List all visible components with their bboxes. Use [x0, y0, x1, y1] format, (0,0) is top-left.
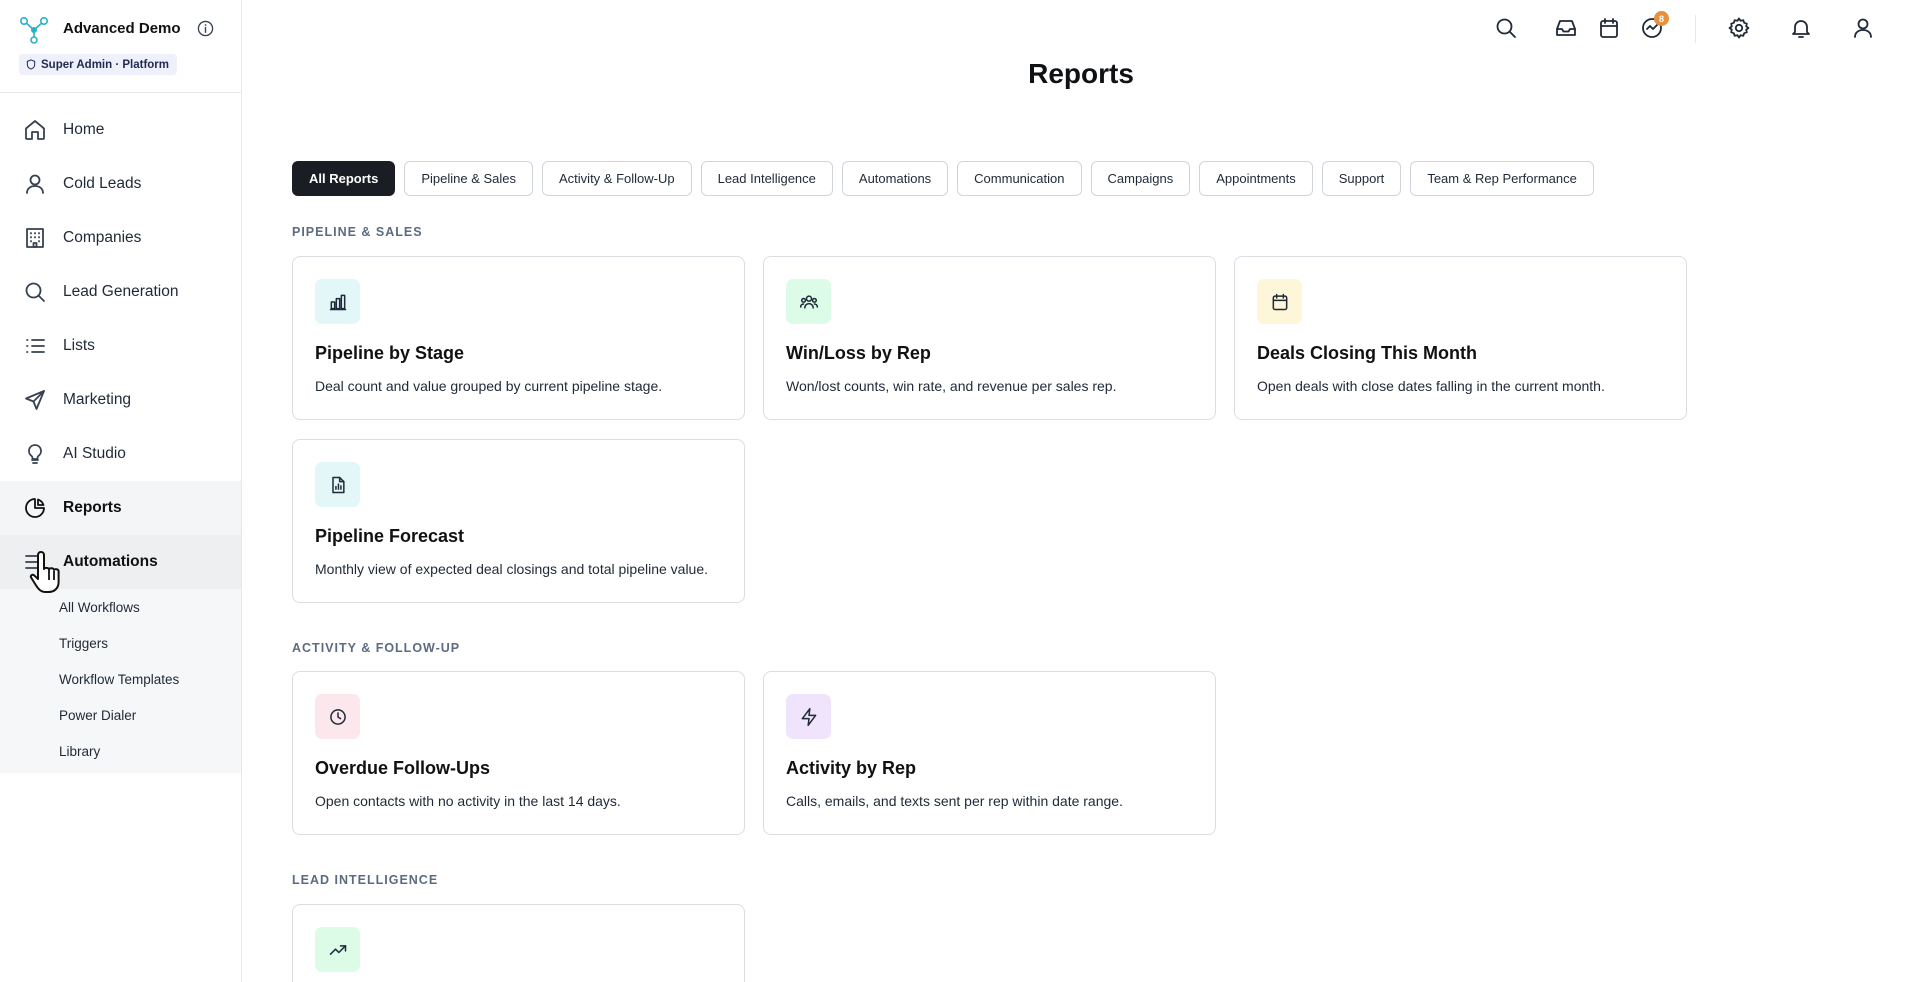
- subnav-workflow-templates[interactable]: Workflow Templates: [0, 661, 241, 697]
- pie-chart-icon: [22, 495, 48, 521]
- report-card-overdue-follow-ups[interactable]: Overdue Follow-Ups Open contacts with no…: [292, 671, 745, 835]
- calendar-icon[interactable]: [1595, 14, 1623, 42]
- clock-icon: [315, 694, 360, 739]
- topbar-divider: [1695, 15, 1696, 43]
- section-label-activity-follow-up: Activity & Follow-Up: [292, 641, 461, 655]
- report-card-title: Activity by Rep: [786, 758, 917, 778]
- report-card-description: Calls, emails, and texts sent per rep wi…: [786, 793, 1123, 809]
- automations-submenu: All Workflows Triggers Workflow Template…: [0, 589, 241, 773]
- user-icon: [22, 171, 48, 197]
- tab-campaigns[interactable]: Campaigns: [1090, 161, 1191, 196]
- tab-team-rep-performance[interactable]: Team & Rep Performance: [1410, 161, 1594, 196]
- sidebar: Advanced Demo Super Admin · Platform Hom…: [0, 0, 242, 982]
- sidebar-item-label: Lists: [63, 337, 95, 354]
- subnav-all-workflows[interactable]: All Workflows: [0, 589, 241, 625]
- info-icon[interactable]: [197, 20, 214, 37]
- report-card-deals-closing-this-month[interactable]: Deals Closing This Month Open deals with…: [1234, 256, 1687, 420]
- section-label-pipeline-sales: Pipeline & Sales: [292, 225, 423, 239]
- subnav-power-dialer[interactable]: Power Dialer: [0, 697, 241, 733]
- report-card-title: Deals Closing This Month: [1257, 343, 1478, 363]
- brand-name: Advanced Demo: [63, 20, 181, 37]
- brand-logo-icon: [19, 16, 48, 44]
- report-card-title: Overdue Follow-Ups: [315, 758, 491, 778]
- sidebar-item-label: Cold Leads: [63, 175, 142, 192]
- trending-up-icon: [315, 927, 360, 972]
- report-card-description: Open deals with close dates falling in t…: [1257, 378, 1605, 394]
- report-card-description: Open contacts with no activity in the la…: [315, 793, 621, 809]
- sidebar-item-label: AI Studio: [63, 445, 126, 462]
- calendar-icon: [1257, 279, 1302, 324]
- section-label-lead-intelligence: Lead Intelligence: [292, 873, 439, 887]
- search-icon[interactable]: [1492, 14, 1520, 42]
- sidebar-item-home[interactable]: Home: [0, 103, 241, 157]
- tab-appointments[interactable]: Appointments: [1199, 161, 1313, 196]
- bolt-icon: [786, 694, 831, 739]
- subnav-triggers[interactable]: Triggers: [0, 625, 241, 661]
- building-icon: [22, 225, 48, 251]
- page-title: Reports: [1028, 58, 1134, 89]
- tab-all-reports[interactable]: All Reports: [292, 161, 396, 196]
- tab-automations[interactable]: Automations: [841, 161, 949, 196]
- gear-icon[interactable]: [1725, 14, 1753, 42]
- sidebar-nav: Home Cold Leads Companies Lead Generatio…: [0, 103, 241, 773]
- bar-chart-icon: [315, 279, 360, 324]
- report-card-pipeline-by-stage[interactable]: Pipeline by Stage Deal count and value g…: [292, 256, 745, 420]
- search-icon: [22, 279, 48, 305]
- sidebar-item-reports[interactable]: Reports: [0, 481, 241, 535]
- sidebar-item-automations[interactable]: Automations: [0, 535, 241, 589]
- sidebar-item-label: Lead Generation: [63, 283, 179, 300]
- report-card-description: Monthly view of expected deal closings a…: [315, 561, 709, 577]
- report-card-description: Won/lost counts, win rate, and revenue p…: [786, 378, 1117, 394]
- report-card-pipeline-forecast[interactable]: Pipeline Forecast Monthly view of expect…: [292, 439, 745, 603]
- subnav-library[interactable]: Library: [0, 733, 241, 769]
- notification-count-badge: 8: [1654, 11, 1669, 26]
- sidebar-item-label: Companies: [63, 229, 142, 246]
- sidebar-item-label: Reports: [63, 499, 122, 516]
- bell-icon[interactable]: [1787, 14, 1815, 42]
- sidebar-item-cold-leads[interactable]: Cold Leads: [0, 157, 241, 211]
- report-card-activity-by-rep[interactable]: Activity by Rep Calls, emails, and texts…: [763, 671, 1216, 835]
- report-card-title: Win/Loss by Rep: [786, 343, 931, 363]
- sidebar-item-lead-generation[interactable]: Lead Generation: [0, 265, 241, 319]
- tab-pipeline-sales[interactable]: Pipeline & Sales: [404, 161, 534, 196]
- home-icon: [22, 117, 48, 143]
- sidebar-item-label: Marketing: [63, 391, 132, 408]
- file-chart-icon: [315, 462, 360, 507]
- sidebar-item-marketing[interactable]: Marketing: [0, 373, 241, 427]
- tab-support[interactable]: Support: [1321, 161, 1402, 196]
- tab-lead-intelligence[interactable]: Lead Intelligence: [700, 161, 833, 196]
- list-icon: [22, 333, 48, 359]
- lightbulb-icon: [22, 441, 48, 467]
- users-icon: [786, 279, 831, 324]
- inbox-icon[interactable]: [1552, 14, 1580, 42]
- sidebar-item-label: Automations: [63, 553, 158, 570]
- report-card-lead-intelligence[interactable]: [292, 904, 745, 982]
- sidebar-item-ai-studio[interactable]: AI Studio: [0, 427, 241, 481]
- sidebar-item-companies[interactable]: Companies: [0, 211, 241, 265]
- send-icon: [22, 387, 48, 413]
- report-category-tabs: All Reports Pipeline & Sales Activity & …: [292, 161, 1594, 196]
- sliders-icon: [22, 549, 48, 575]
- activity-icon[interactable]: 8: [1638, 11, 1669, 42]
- sidebar-item-label: Home: [63, 121, 105, 138]
- report-card-title: Pipeline by Stage: [315, 343, 465, 363]
- tab-communication[interactable]: Communication: [957, 161, 1082, 196]
- report-card-win-loss-by-rep[interactable]: Win/Loss by Rep Won/lost counts, win rat…: [763, 256, 1216, 420]
- tab-activity-follow-up[interactable]: Activity & Follow-Up: [542, 161, 692, 196]
- sidebar-item-lists[interactable]: Lists: [0, 319, 241, 373]
- profile-icon[interactable]: [1849, 14, 1877, 42]
- report-card-description: Deal count and value grouped by current …: [315, 378, 663, 394]
- report-card-title: Pipeline Forecast: [315, 526, 465, 546]
